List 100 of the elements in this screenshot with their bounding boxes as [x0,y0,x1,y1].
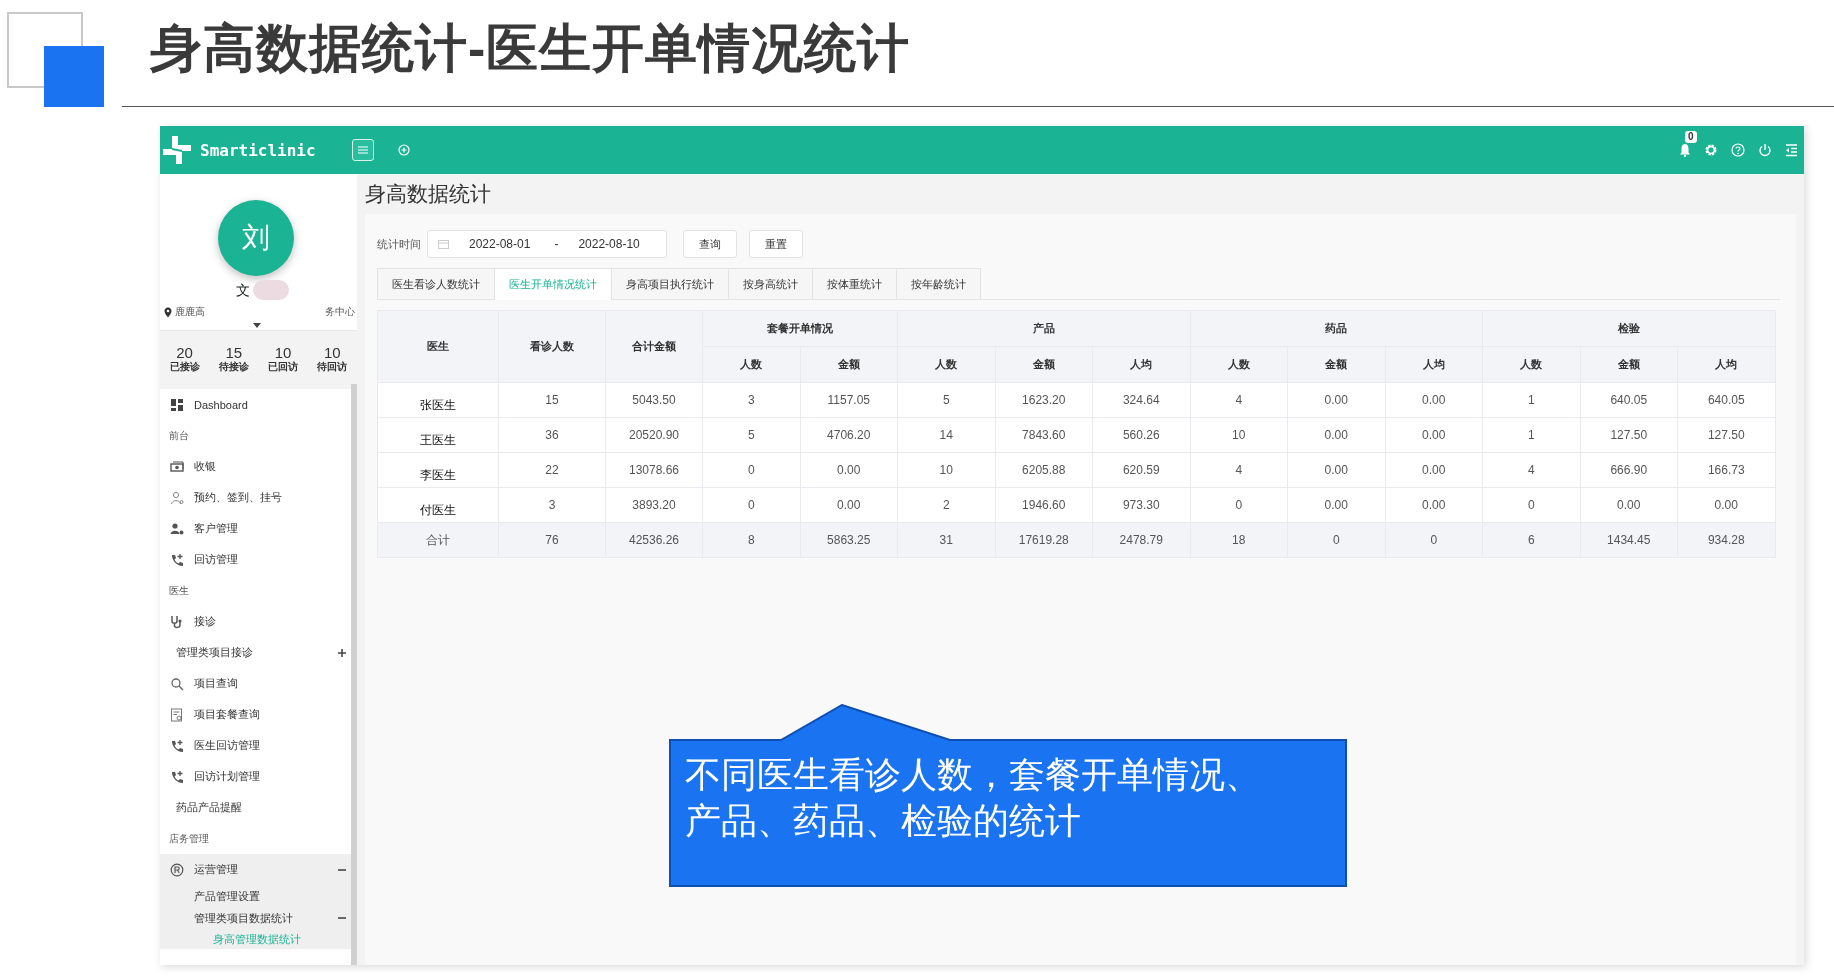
notification-badge: 0 [1685,131,1697,143]
power-icon[interactable] [1758,143,1772,157]
outdent-icon[interactable] [1785,143,1798,157]
avatar: 刘 [218,200,294,276]
column-header: 人数 [702,346,800,383]
menu-icon [357,146,368,154]
menu-item[interactable]: 项目套餐查询 [194,707,260,722]
menu-item[interactable]: 药品产品提醒 [176,800,242,815]
table-cell: 0.00 [1287,487,1385,523]
menu-item[interactable]: 管理类项目接诊 [176,645,253,660]
column-header: 人数 [897,346,995,383]
table-cell: 13078.66 [605,452,703,488]
table-cell: 17619.28 [995,522,1093,558]
menu-item[interactable]: 项目查询 [194,676,238,691]
date-range-field[interactable]: 2022-08-01 - 2022-08-10 [427,230,667,258]
column-header: 看诊人数 [498,310,606,383]
column-header: 金额 [1580,346,1678,383]
table-cell: 7843.60 [995,417,1093,453]
menu-item[interactable]: 回访管理 [194,552,238,567]
user-name: 文 [236,282,250,300]
document-icon [170,707,184,722]
stat-label: 待回访 [317,360,348,374]
column-header: 人均 [1677,346,1775,383]
submenu-item[interactable]: 产品管理设置 [194,888,260,904]
table-cell: 31 [897,522,995,558]
table-cell: 3 [702,382,800,418]
table-cell: 0.00 [1385,487,1483,523]
dashboard-icon [170,397,184,412]
add-icon[interactable] [397,144,410,156]
table-cell: 15 [498,382,606,418]
menu-item[interactable]: Dashboard [194,398,248,411]
doctor-name: 王医生 [377,417,499,453]
table-cell: 14 [897,417,995,453]
table-cell: 0.00 [1385,452,1483,488]
table-cell: 3 [498,487,606,523]
menu-item[interactable]: 回访计划管理 [194,769,260,784]
table-cell: 8 [702,522,800,558]
doctor-name: 张医生 [377,382,499,418]
table-cell: 0.00 [1287,382,1385,418]
table-cell: 76 [498,522,606,558]
filter-label: 统计时间 [377,236,421,252]
menu-item[interactable]: 收银 [194,459,216,474]
menu-item[interactable]: 接诊 [194,614,216,629]
column-header: 金额 [1287,346,1385,383]
menu-toggle-button[interactable] [351,139,374,161]
slide-title: 身高数据统计-医生开单情况统计 [150,18,911,79]
table-cell: 0 [1287,522,1385,558]
table-cell: 0 [702,452,800,488]
start-date: 2022-08-01 [469,237,531,251]
column-header: 人均 [1092,346,1190,383]
reset-button[interactable]: 重置 [749,230,803,258]
table-cell: 1623.20 [995,382,1093,418]
table-cell: 127.50 [1580,417,1678,453]
column-group-header: 检验 [1482,310,1775,347]
search-button[interactable]: 查询 [683,230,737,258]
menu-section-label: 店务管理 [168,831,210,846]
tab[interactable]: 按体重统计 [812,268,897,299]
menu-item[interactable]: 预约、签到、挂号 [194,490,282,505]
tab[interactable]: 按身高统计 [728,268,813,299]
table-cell: 973.30 [1092,487,1190,523]
submenu-item[interactable]: 管理类项目数据统计 [194,910,293,926]
stat-value: 20 [176,346,193,360]
person-icon [170,490,184,505]
table-cell: 36 [498,417,606,453]
tab[interactable]: 医生看诊人数统计 [377,268,495,299]
table-cell: 0.00 [800,452,898,488]
column-header: 人数 [1482,346,1580,383]
tab[interactable]: 身高项目执行统计 [611,268,729,299]
menu-section-label: 医生 [168,583,190,598]
table-cell: 127.50 [1677,417,1775,453]
table-cell: 1946.60 [995,487,1093,523]
table-cell: 166.73 [1677,452,1775,488]
menu-item[interactable]: 运营管理 [194,862,238,877]
table-cell: 1 [1482,382,1580,418]
menu-item[interactable]: 客户管理 [194,521,238,536]
users-icon [170,521,184,536]
table-cell: 2 [897,487,995,523]
stat-value: 15 [225,346,243,360]
table-cell: 1157.05 [800,382,898,418]
table-cell: 640.05 [1677,382,1775,418]
stat-label: 已接诊 [169,360,200,374]
column-header: 金额 [800,346,898,383]
table-cell: 20520.90 [605,417,703,453]
settings-icon[interactable] [1704,143,1718,157]
column-group-header: 套餐开单情况 [702,310,898,347]
table-cell: 1434.45 [1580,522,1678,558]
bell-icon[interactable] [1679,143,1691,157]
table-cell: 0 [702,487,800,523]
table-cell: 18 [1190,522,1288,558]
tab[interactable]: 按年龄统计 [896,268,981,299]
cash-register-icon [170,459,184,474]
table-cell: 0.00 [1385,382,1483,418]
phone-icon [170,769,184,784]
search-icon [170,676,184,691]
caret-icon[interactable] [253,323,261,328]
column-group-header: 药品 [1190,310,1483,347]
scrollbar[interactable] [351,384,357,965]
help-icon[interactable] [1731,143,1745,157]
menu-item[interactable]: 医生回访管理 [194,738,260,753]
table-cell: 0 [1385,522,1483,558]
